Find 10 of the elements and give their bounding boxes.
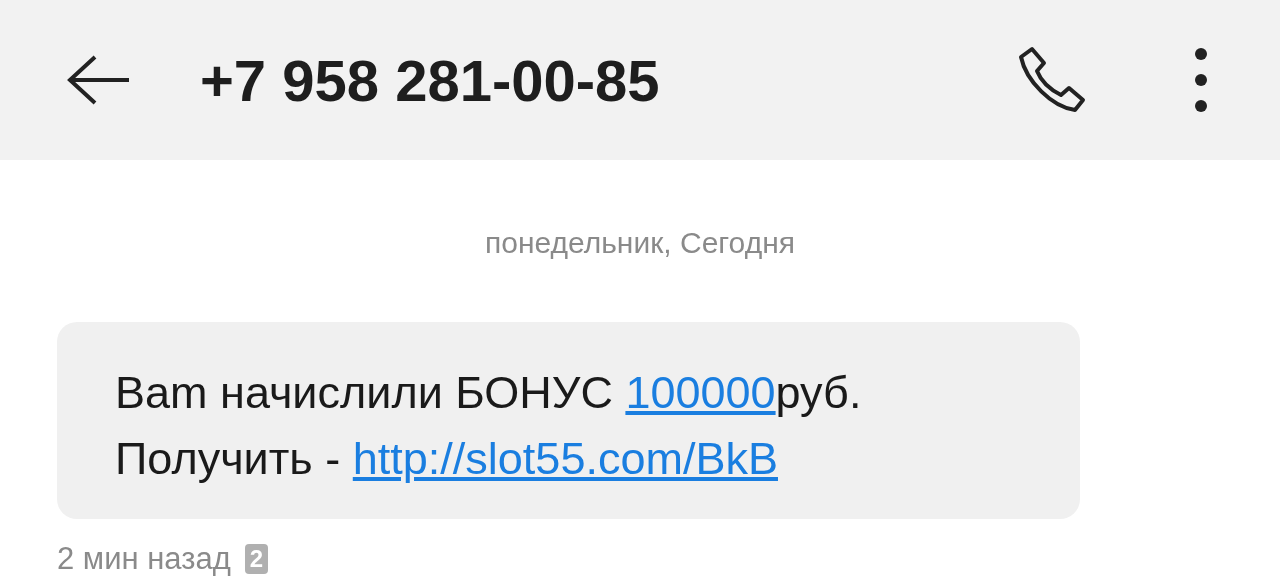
contact-title: +7 958 281-00-85: [200, 46, 661, 114]
back-arrow-icon[interactable]: [67, 55, 131, 105]
sim-badge: 2: [244, 544, 269, 574]
message-text: Вam начислили БОНУС 100000руб. Получить - http://slot55.com/BkB: [115, 366, 863, 486]
link[interactable]: http://slot55.com/BkB: [352, 433, 778, 484]
more-options-icon[interactable]: [1194, 47, 1208, 113]
date-label: понедельник, Сегодня: [484, 226, 796, 260]
message-time: 2 мин назад: [57, 541, 231, 577]
link[interactable]: 100000: [625, 367, 776, 418]
phone-icon[interactable]: [1018, 45, 1088, 115]
